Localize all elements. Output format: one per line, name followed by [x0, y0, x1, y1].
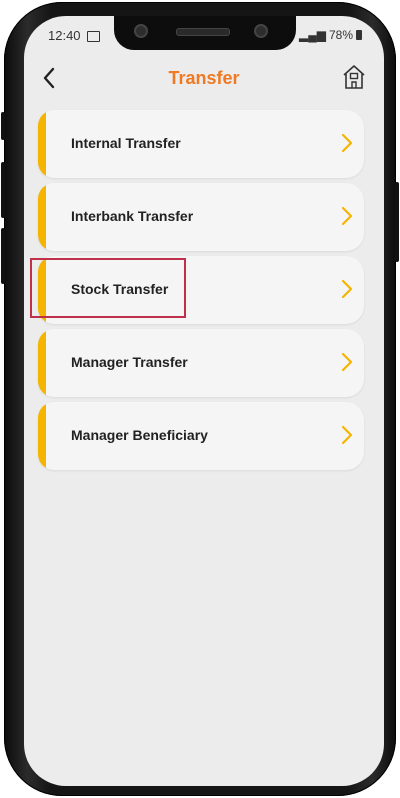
chevron-right-icon: [341, 352, 353, 372]
home-icon[interactable]: [342, 64, 366, 90]
power-button: [395, 182, 399, 262]
menu-item-accent: [38, 110, 46, 178]
chevron-right-icon: [341, 206, 353, 226]
status-indicators: ▂▄▆ 78%: [299, 28, 362, 42]
battery-percentage: 78%: [328, 28, 353, 42]
menu-item-accent: [38, 402, 46, 470]
menu-item-manager-beneficiary[interactable]: Manager Beneficiary: [38, 402, 364, 470]
menu-item-accent: [38, 183, 46, 251]
side-button: [1, 112, 5, 140]
signal-icon: ▂▄▆: [299, 28, 326, 42]
highlight-box: [30, 258, 186, 318]
chevron-right-icon: [341, 279, 353, 299]
volume-up-button: [1, 162, 5, 218]
volume-down-button: [1, 228, 5, 284]
phone-frame: 12:40 ▂▄▆ 78% Transfer Internal Transfer…: [1, 2, 399, 796]
chevron-right-icon: [341, 425, 353, 445]
menu-item-label: Manager Beneficiary: [71, 427, 208, 443]
status-time: 12:40: [48, 28, 81, 43]
screen: 12:40 ▂▄▆ 78% Transfer Internal Transfer…: [24, 16, 384, 786]
menu-item-manager-transfer[interactable]: Manager Transfer: [38, 329, 364, 397]
menu-item-accent: [38, 329, 46, 397]
speaker-grille: [176, 28, 230, 36]
sensor-icon: [254, 24, 268, 38]
menu-item-label: Manager Transfer: [71, 354, 188, 370]
image-notification-icon: [87, 31, 100, 42]
menu-item-label: Interbank Transfer: [71, 208, 194, 224]
camera-notch: [114, 16, 296, 50]
battery-icon: [356, 30, 362, 40]
menu-item-interbank-transfer[interactable]: Interbank Transfer: [38, 183, 364, 251]
menu-item-label: Internal Transfer: [71, 135, 181, 151]
camera-lens-icon: [134, 24, 148, 38]
page-title: Transfer: [168, 68, 240, 88]
app-header: Transfer: [24, 64, 384, 96]
menu-item-internal-transfer[interactable]: Internal Transfer: [38, 110, 364, 178]
chevron-right-icon: [341, 133, 353, 153]
